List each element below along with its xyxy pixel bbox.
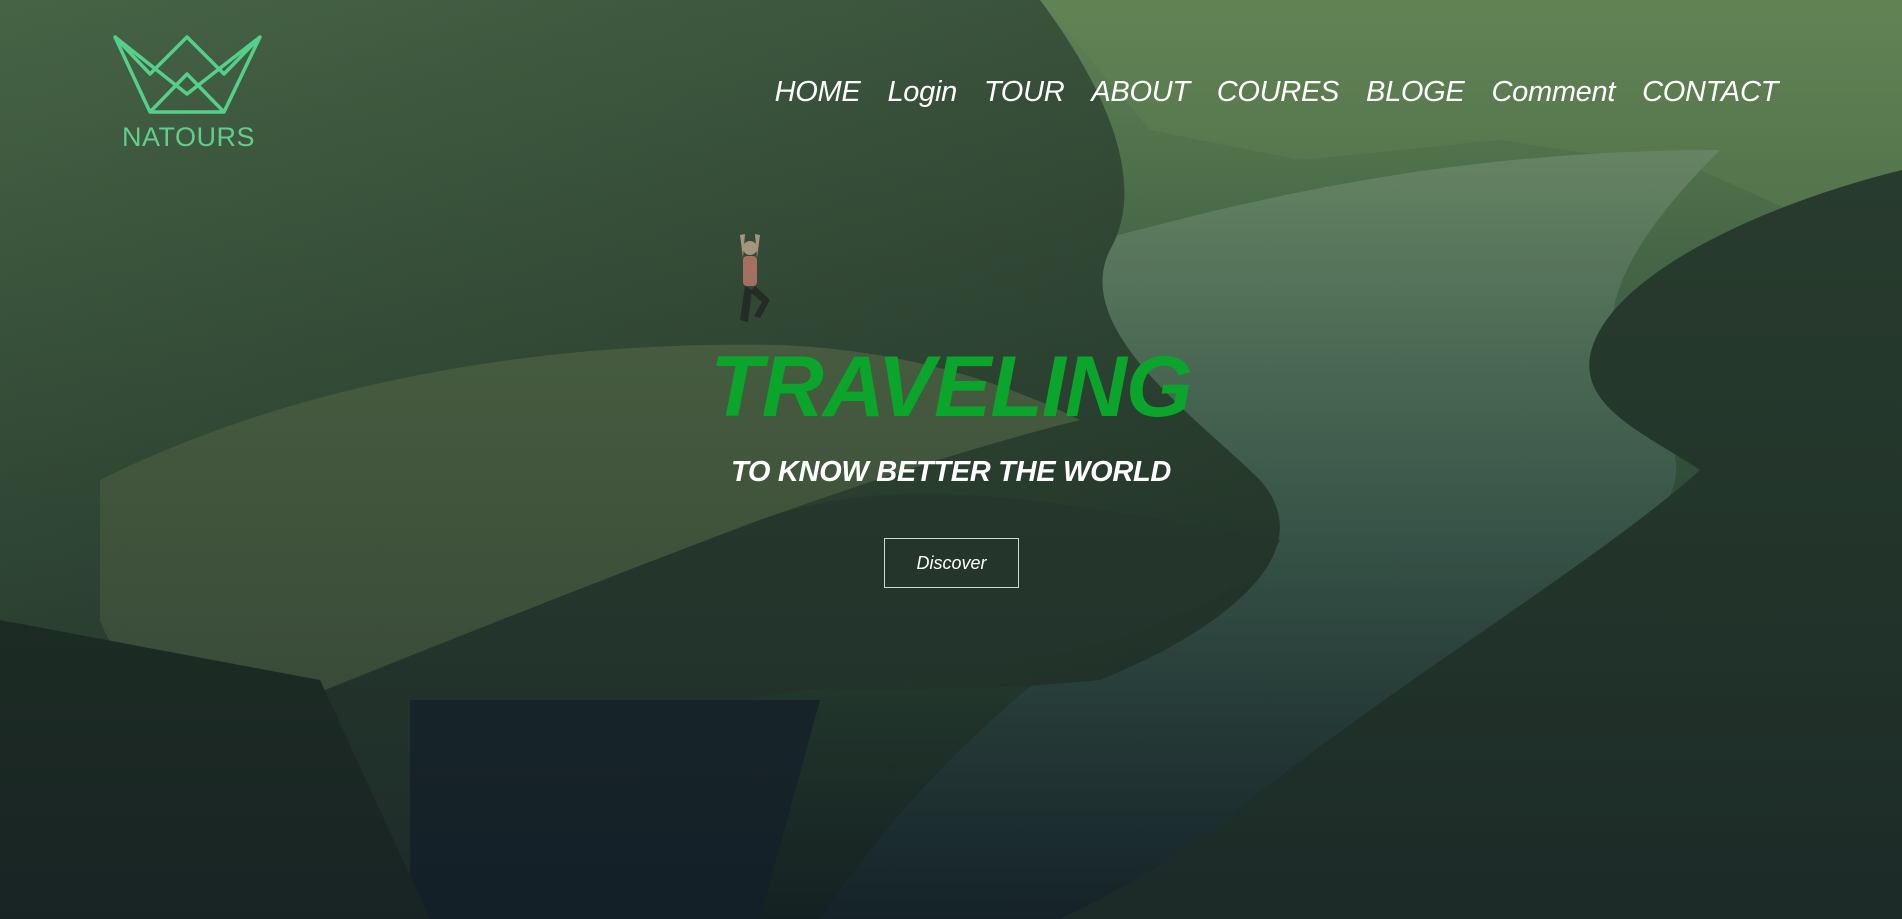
nav-item-tour[interactable]: TOUR <box>984 76 1065 109</box>
discover-button[interactable]: Discover <box>884 538 1019 588</box>
hero-title: TRAVELING <box>710 339 1193 435</box>
nav-item-login[interactable]: Login <box>887 76 957 109</box>
brand-logo[interactable]: NATOURS <box>112 34 262 154</box>
nav-item-comment[interactable]: Comment <box>1491 76 1615 109</box>
nav-item-bloge[interactable]: BLOGE <box>1366 76 1465 109</box>
hero-section: NATOURS HOME Login TOUR ABOUT COURES BLO… <box>0 0 1902 919</box>
nav-item-about[interactable]: ABOUT <box>1091 76 1190 109</box>
hero-subtitle: TO KNOW BETTER THE WORLD <box>730 456 1172 488</box>
nav-item-contact[interactable]: CONTACT <box>1642 76 1778 109</box>
brand-name: NATOURS <box>122 122 256 152</box>
crown-icon <box>113 35 262 114</box>
nav-item-home[interactable]: HOME <box>775 76 861 109</box>
main-navigation: HOME Login TOUR ABOUT COURES BLOGE Comme… <box>748 76 1779 109</box>
nav-item-coures[interactable]: COURES <box>1217 76 1340 109</box>
